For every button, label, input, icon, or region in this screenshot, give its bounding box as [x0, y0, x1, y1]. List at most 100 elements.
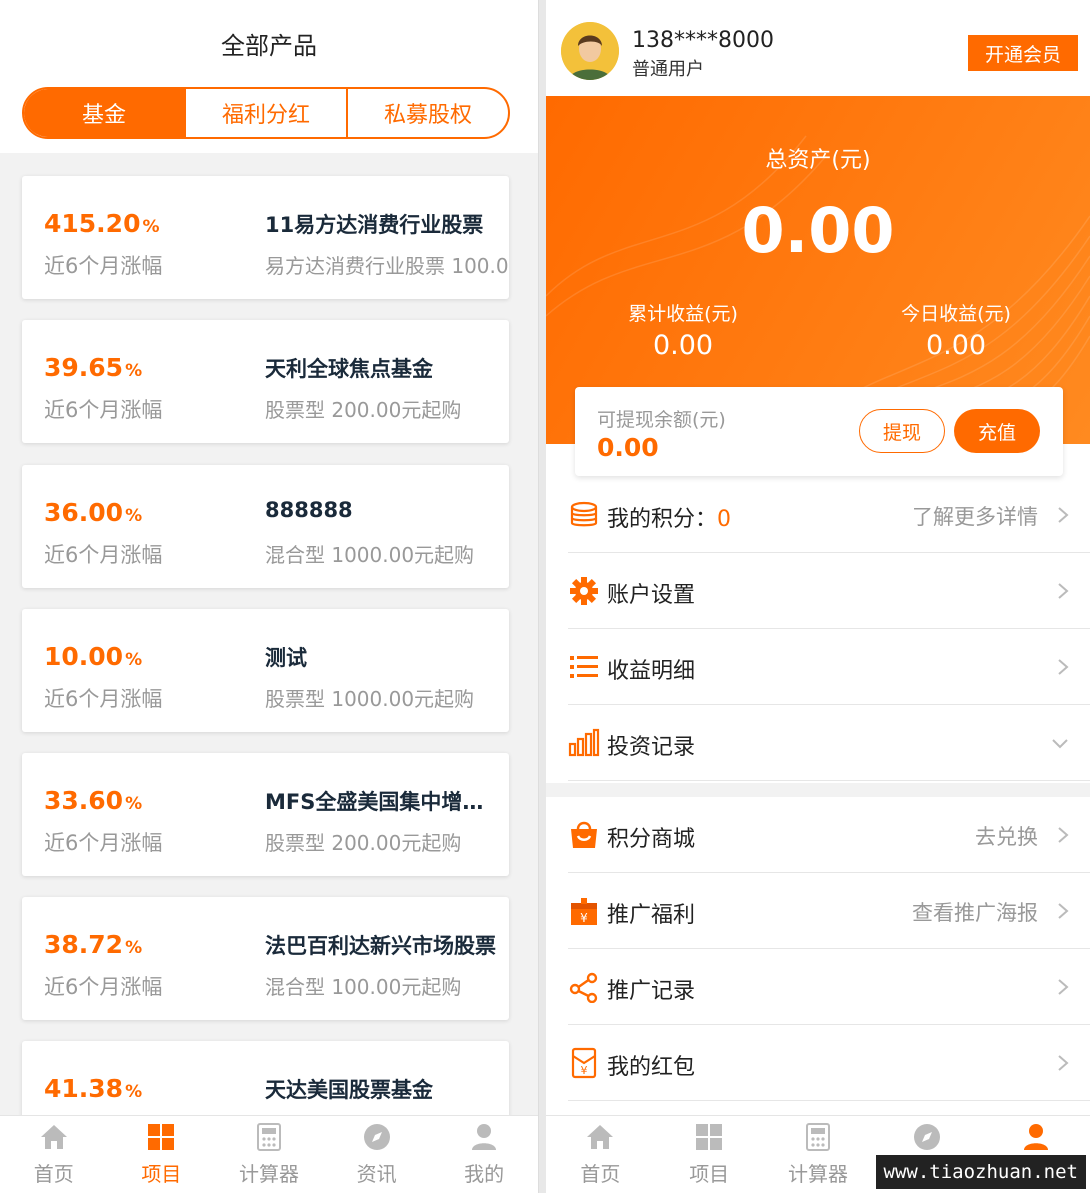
- product-card[interactable]: 38.72% 近6个月涨幅 法巴百利达新兴市场股票 混合型 100.00元起购: [22, 897, 509, 1020]
- menu-account-settings-label: 账户设置: [607, 583, 696, 608]
- grid-icon: [696, 1124, 723, 1150]
- user-level: 普通用户: [632, 59, 704, 80]
- home-icon: [587, 1125, 614, 1149]
- withdrawable-value: 0.00: [597, 433, 659, 462]
- growth-rate: 39.65%: [44, 353, 143, 382]
- category-tabs: 基金 福利分红 私募股权: [22, 87, 510, 139]
- product-desc: 股票型 200.00元起购: [265, 831, 462, 855]
- menu-points-mall-label: 积分商城: [607, 827, 696, 852]
- withdraw-button[interactable]: 提现: [859, 409, 945, 453]
- tabbar-news-label: 资讯: [356, 1162, 397, 1186]
- growth-rate: 33.60%: [44, 786, 143, 815]
- tabbar-mine[interactable]: 我的: [430, 1116, 538, 1193]
- red-envelope-icon: ¥: [571, 1047, 597, 1079]
- growth-label: 近6个月涨幅: [44, 398, 163, 422]
- watermark: www.tiaozhuan.net: [875, 1155, 1086, 1189]
- tabbar-home-label: 首页: [580, 1162, 621, 1186]
- menu-promotion-benefits[interactable]: ¥ 推广福利 查看推广海报: [568, 873, 1090, 949]
- tabbar-calculator[interactable]: 计算器: [764, 1116, 873, 1193]
- tabbar-mine-label: 我的: [464, 1162, 505, 1186]
- product-card[interactable]: 33.60% 近6个月涨幅 MFS全盛美国集中增长基金 股票型 200.00元起…: [22, 753, 509, 876]
- svg-text:¥: ¥: [581, 1064, 588, 1077]
- user-header: 138****8000 普通用户 开通会员: [546, 0, 1090, 96]
- menu-red-envelopes-label: 我的红包: [607, 1055, 696, 1080]
- menu-promotion-records[interactable]: 推广记录: [568, 949, 1090, 1025]
- calculator-icon: [256, 1123, 281, 1151]
- user-phone: 138****8000: [632, 28, 774, 53]
- menu-points[interactable]: 我的积分：0 了解更多详情: [568, 477, 1090, 553]
- gear-icon: [570, 577, 598, 605]
- open-vip-button[interactable]: 开通会员: [968, 35, 1078, 71]
- growth-rate: 415.20%: [44, 209, 160, 238]
- withdrawable-label: 可提现余额(元): [597, 409, 726, 431]
- products-header: 全部产品 基金 福利分红 私募股权: [0, 0, 538, 153]
- tabbar-home[interactable]: 首页: [0, 1116, 108, 1193]
- menu-earnings-detail-label: 收益明细: [607, 659, 696, 684]
- tabbar-projects-label: 项目: [689, 1162, 730, 1186]
- coins-icon: [570, 501, 598, 527]
- product-card[interactable]: 10.00% 近6个月涨幅 测试 股票型 1000.00元起购: [22, 609, 509, 732]
- chevron-right-icon: [1058, 903, 1069, 919]
- home-icon: [40, 1125, 67, 1149]
- tabbar-projects[interactable]: 项目: [108, 1116, 216, 1193]
- chevron-right-icon: [1058, 827, 1069, 843]
- growth-rate: 10.00%: [44, 642, 143, 671]
- menu-earnings-detail[interactable]: 收益明细: [568, 629, 1090, 705]
- recharge-button[interactable]: 充值: [954, 409, 1040, 453]
- menu-promotion-records-label: 推广记录: [607, 979, 696, 1004]
- growth-label: 近6个月涨幅: [44, 254, 163, 278]
- compass-icon: [363, 1124, 390, 1150]
- growth-label: 近6个月涨幅: [44, 975, 163, 999]
- tab-fund[interactable]: 基金: [24, 89, 184, 137]
- today-earnings-value: 0.00: [925, 330, 987, 361]
- menu-red-envelopes[interactable]: ¥ 我的红包: [568, 1025, 1090, 1101]
- product-name: MFS全盛美国集中增长基金: [265, 790, 500, 814]
- chevron-right-icon: [1058, 979, 1069, 995]
- growth-rate: 36.00%: [44, 498, 143, 527]
- product-name: 法巴百利达新兴市场股票: [265, 934, 496, 958]
- menu-points-mall-hint: 去兑换: [975, 825, 1038, 849]
- product-desc: 混合型 1000.00元起购: [265, 543, 475, 567]
- svg-text:¥: ¥: [580, 911, 588, 925]
- tabbar-home[interactable]: 首页: [546, 1116, 655, 1193]
- tabbar-calculator[interactable]: 计算器: [215, 1116, 323, 1193]
- tabbar-calculator-label: 计算器: [238, 1162, 299, 1186]
- tabbar-home-label: 首页: [33, 1162, 74, 1186]
- product-name: 天利全球焦点基金: [265, 357, 433, 381]
- product-desc: 易方达消费行业股票 100.00元起购: [265, 254, 509, 278]
- tab-private-equity[interactable]: 私募股权: [346, 89, 508, 137]
- product-card[interactable]: 39.65% 近6个月涨幅 天利全球焦点基金 股票型 200.00元起购: [22, 320, 509, 443]
- product-desc: 股票型 1000.00元起购: [265, 687, 475, 711]
- user-icon: [472, 1124, 497, 1150]
- tabbar-projects[interactable]: 项目: [655, 1116, 764, 1193]
- products-screen: 全部产品 基金 福利分红 私募股权 415.20% 近6个月涨幅 11易方达消费…: [0, 0, 539, 1193]
- tabbar-news[interactable]: 资讯: [323, 1116, 431, 1193]
- points-value: 0: [717, 507, 732, 532]
- user-icon: [1023, 1124, 1048, 1150]
- cumulative-earnings-label: 累计收益(元): [628, 303, 738, 325]
- service-menu: 积分商城 去兑换 ¥ 推广福利 查看推广海报 推广记录 ¥ 我的红包: [546, 797, 1090, 1101]
- grid-icon: [148, 1124, 175, 1150]
- product-desc: 股票型 200.00元起购: [265, 398, 462, 422]
- tab-dividend[interactable]: 福利分红: [184, 89, 346, 137]
- cumulative-earnings-value: 0.00: [652, 330, 714, 361]
- product-card[interactable]: 36.00% 近6个月涨幅 888888 混合型 1000.00元起购: [22, 465, 509, 588]
- menu-investment-records[interactable]: 投资记录: [568, 705, 1090, 781]
- menu-points-label: 我的积分：0: [607, 507, 732, 532]
- avatar-illustration: [561, 22, 619, 80]
- menu-account-settings[interactable]: 账户设置: [568, 553, 1090, 629]
- avatar[interactable]: [561, 22, 619, 80]
- menu-points-hint: 了解更多详情: [912, 505, 1038, 529]
- account-screen: 138****8000 普通用户 开通会员 总资产(元) 0.00 累计收益(元…: [546, 0, 1090, 1193]
- growth-rate: 38.72%: [44, 930, 143, 959]
- compass-icon: [913, 1124, 940, 1150]
- product-card[interactable]: 415.20% 近6个月涨幅 11易方达消费行业股票 易方达消费行业股票 100…: [22, 176, 509, 299]
- menu-promotion-poster-hint: 查看推广海报: [912, 901, 1038, 925]
- calculator-icon: [805, 1123, 830, 1151]
- chevron-down-icon: [1052, 739, 1068, 749]
- menu-investment-records-label: 投资记录: [607, 735, 696, 760]
- today-earnings-label: 今日收益(元): [901, 303, 1011, 325]
- product-name: 888888: [265, 498, 353, 522]
- account-menu: 我的积分：0 了解更多详情 账户设置 收益明细 投资记录: [546, 477, 1090, 781]
- menu-points-mall[interactable]: 积分商城 去兑换: [568, 797, 1090, 873]
